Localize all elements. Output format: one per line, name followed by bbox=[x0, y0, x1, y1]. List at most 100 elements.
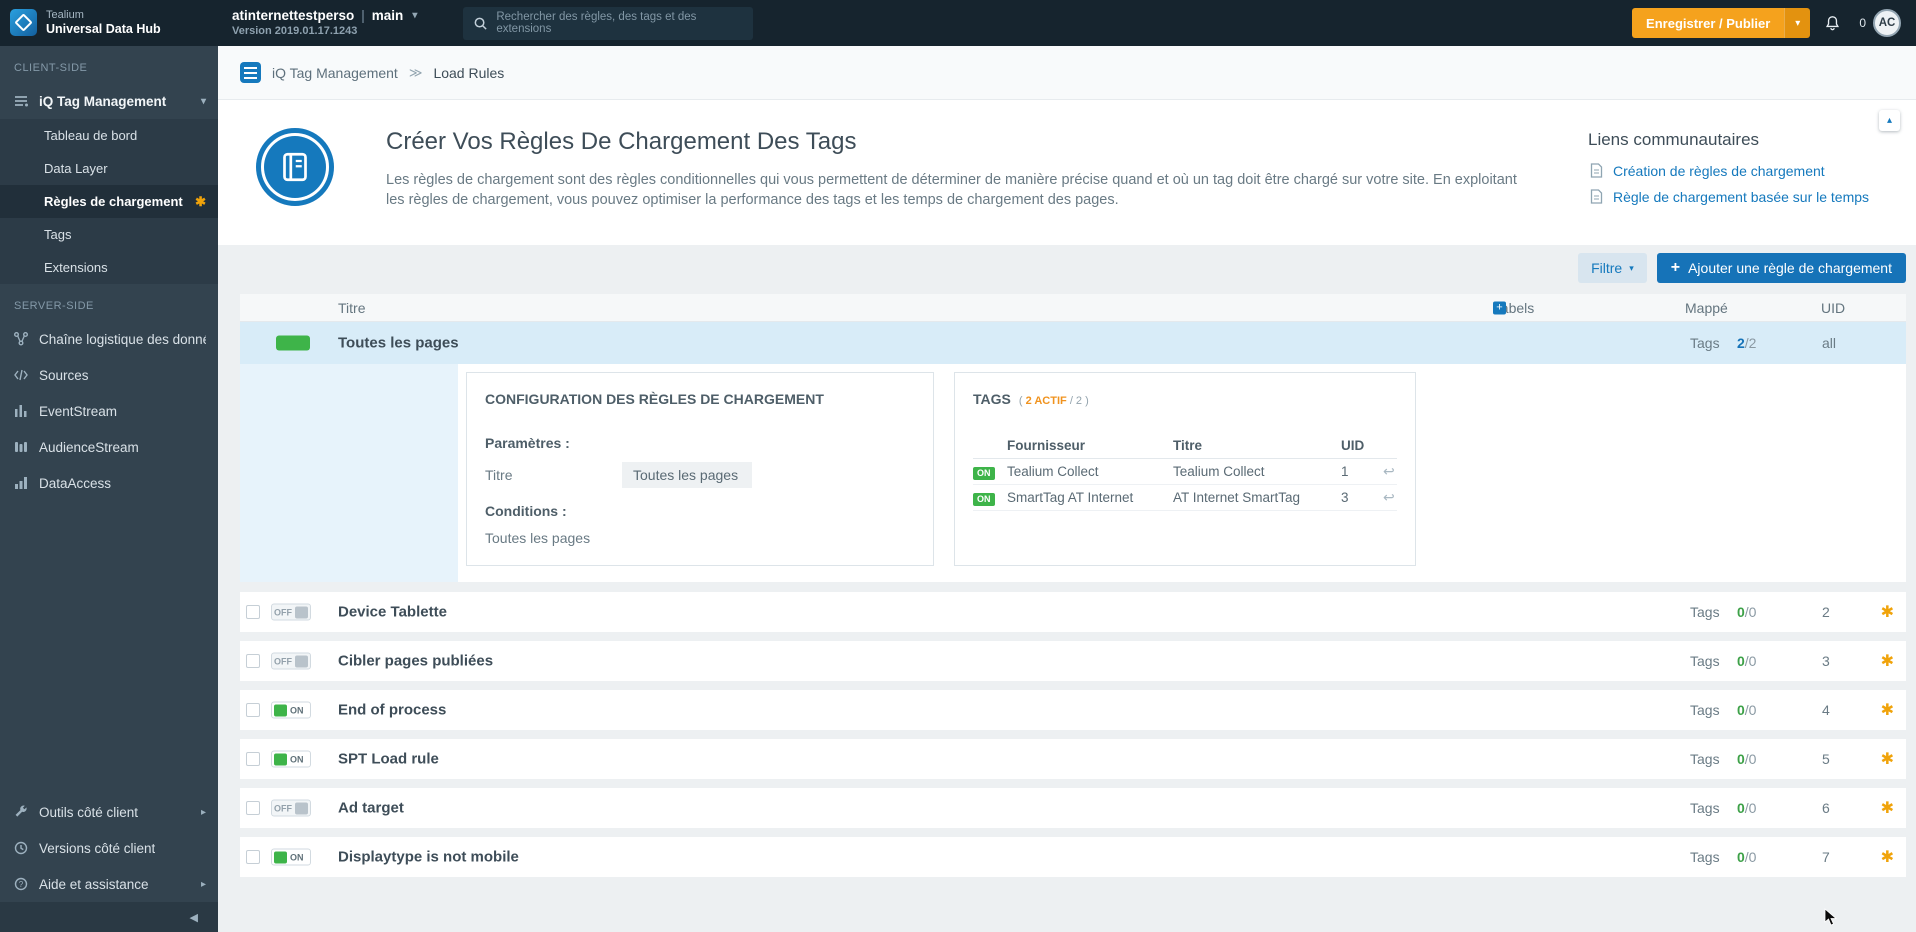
page-header: Créer Vos Règles De Chargement Des Tags … bbox=[218, 100, 1916, 245]
sidebar-item-tags[interactable]: Tags bbox=[0, 218, 218, 251]
sidebar-item-extensions[interactable]: Extensions bbox=[0, 251, 218, 284]
star-icon[interactable]: ✱ bbox=[1881, 700, 1894, 720]
tag-management-icon bbox=[12, 93, 29, 110]
load-rule-title[interactable]: SPT Load rule bbox=[338, 751, 439, 768]
document-icon bbox=[1588, 188, 1605, 205]
star-icon[interactable]: ✱ bbox=[1881, 847, 1894, 867]
sidebar-item-data-supply-chain[interactable]: Chaîne logistique des données bbox=[0, 321, 218, 357]
sidebar-item-label: Extensions bbox=[44, 260, 108, 275]
mapped-total: /0 bbox=[1744, 702, 1757, 718]
sources-code-icon bbox=[12, 367, 29, 384]
add-label-icon[interactable]: + bbox=[1493, 301, 1506, 314]
save-publish-label: Enregistrer / Publier bbox=[1632, 8, 1785, 38]
row-toggle[interactable]: ON bbox=[271, 848, 311, 866]
uid-value: 7 bbox=[1822, 849, 1830, 865]
publish-dropdown-button[interactable]: ▾ bbox=[1784, 8, 1811, 38]
star-icon[interactable]: ✱ bbox=[1881, 798, 1894, 818]
tag-row[interactable]: ON SmartTag AT Internet AT Internet Smar… bbox=[973, 485, 1397, 511]
load-rule-row[interactable]: ON End of process Tags 0/0 4 ✱ bbox=[240, 690, 1906, 730]
row-checkbox[interactable] bbox=[246, 801, 260, 815]
chevron-down-icon[interactable]: ▾ bbox=[412, 10, 417, 23]
account-name: atinternettestperso bbox=[232, 7, 355, 23]
load-rule-row[interactable]: OFF Device Tablette Tags 0/0 2 ✱ bbox=[240, 592, 1906, 632]
collapse-header-button[interactable]: ▴ bbox=[1879, 110, 1900, 131]
row-toggle[interactable]: OFF bbox=[271, 652, 311, 670]
star-icon[interactable]: ✱ bbox=[1881, 749, 1894, 769]
row-toggle[interactable]: OFF bbox=[271, 799, 311, 817]
chevron-down-icon: ▾ bbox=[1629, 262, 1634, 273]
sidebar-item-label: Chaîne logistique des données bbox=[39, 331, 206, 347]
breadcrumb-parent[interactable]: iQ Tag Management bbox=[272, 65, 398, 81]
iq-submenu: Tableau de bord Data Layer Règles de cha… bbox=[0, 119, 218, 284]
sidebar-item-sources[interactable]: Sources bbox=[0, 357, 218, 393]
star-icon: ✱ bbox=[195, 193, 206, 209]
load-rule-title[interactable]: Displaytype is not mobile bbox=[338, 849, 519, 866]
count-rest: / 2 bbox=[1069, 395, 1083, 407]
row-checkbox[interactable] bbox=[246, 605, 260, 619]
sidebar-item-label: iQ Tag Management bbox=[39, 93, 167, 109]
sidebar-item-dataaccess[interactable]: DataAccess bbox=[0, 465, 218, 501]
brand[interactable]: Tealium Universal Data Hub bbox=[0, 9, 218, 37]
supply-chain-icon bbox=[12, 331, 29, 348]
tags-label: Tags bbox=[1690, 335, 1720, 351]
row-checkbox[interactable] bbox=[246, 752, 260, 766]
sidebar-item-audiencestream[interactable]: AudienceStream bbox=[0, 429, 218, 465]
link-creation-regles[interactable]: Création de règles de chargement bbox=[1613, 163, 1825, 179]
sidebar-item-outils-cote-client[interactable]: Outils côté client ▸ bbox=[0, 794, 218, 830]
save-publish-button[interactable]: Enregistrer / Publier ▾ bbox=[1632, 8, 1811, 38]
avatar[interactable]: AC bbox=[1873, 9, 1901, 37]
sidebar-item-iq-tag-management[interactable]: iQ Tag Management ▾ bbox=[0, 83, 218, 119]
undo-icon[interactable]: ↩ bbox=[1383, 489, 1395, 506]
load-rule-row[interactable]: ON SPT Load rule Tags 0/0 5 ✱ bbox=[240, 739, 1906, 779]
row-checkbox[interactable] bbox=[246, 850, 260, 864]
load-rule-title[interactable]: Cibler pages publiées bbox=[338, 653, 493, 670]
row-toggle[interactable]: OFF bbox=[271, 603, 311, 621]
title-field-value[interactable]: Toutes les pages bbox=[622, 462, 752, 488]
sidebar-collapse-button[interactable]: ◀ bbox=[0, 902, 218, 932]
row-toggle[interactable]: ON bbox=[271, 701, 311, 719]
search-icon bbox=[472, 15, 489, 32]
notifications-bell-icon[interactable] bbox=[1823, 13, 1842, 33]
config-panel: CONFIGURATION DES RÈGLES DE CHARGEMENT P… bbox=[466, 372, 934, 566]
sidebar-item-aide-et-assistance[interactable]: ? Aide et assistance ▸ bbox=[0, 866, 218, 902]
tags-panel-header: TAGS ( 2 ACTIF / 2 ) bbox=[973, 391, 1397, 407]
row-checkbox[interactable] bbox=[246, 654, 260, 668]
sidebar-item-versions-cote-client[interactable]: Versions côté client bbox=[0, 830, 218, 866]
account-switcher[interactable]: atinternettestperso | main ▾ Version 201… bbox=[232, 8, 417, 39]
on-badge: ON bbox=[973, 466, 995, 480]
sidebar-item-tableau-de-bord[interactable]: Tableau de bord bbox=[0, 119, 218, 152]
global-search-input[interactable]: Rechercher des règles, des tags et des e… bbox=[463, 6, 754, 40]
row-toggle[interactable]: ON bbox=[271, 750, 311, 768]
load-rule-title[interactable]: Toutes les pages bbox=[338, 335, 459, 352]
tags-label: Tags bbox=[1690, 849, 1720, 865]
server-side-section-label: SERVER-SIDE bbox=[14, 300, 94, 312]
tag-uid: 1 bbox=[1341, 464, 1349, 479]
load-rule-row[interactable]: OFF Cibler pages publiées Tags 0/0 3 ✱ bbox=[240, 641, 1906, 681]
client-side-section-label: CLIENT-SIDE bbox=[14, 62, 88, 74]
undo-icon[interactable]: ↩ bbox=[1383, 463, 1395, 480]
load-rule-row[interactable]: OFF Ad target Tags 0/0 6 ✱ bbox=[240, 788, 1906, 828]
star-icon[interactable]: ✱ bbox=[1881, 602, 1894, 622]
load-rule-title[interactable]: Ad target bbox=[338, 800, 404, 817]
mapped-count: 2/2 bbox=[1737, 335, 1756, 351]
load-rule-title[interactable]: Device Tablette bbox=[338, 604, 447, 621]
toggle-state-label: ON bbox=[290, 705, 304, 715]
tags-table-header: Fournisseur Titre UID bbox=[973, 433, 1397, 459]
row-checkbox[interactable] bbox=[246, 703, 260, 717]
sidebar-item-data-layer[interactable]: Data Layer bbox=[0, 152, 218, 185]
row-toggle-on[interactable] bbox=[276, 335, 310, 351]
sidebar-item-eventstream[interactable]: EventStream bbox=[0, 393, 218, 429]
link-regle-temps[interactable]: Règle de chargement basée sur le temps bbox=[1613, 189, 1869, 205]
add-load-rule-button[interactable]: + Ajouter une règle de chargement bbox=[1656, 253, 1906, 283]
star-icon[interactable]: ✱ bbox=[1881, 651, 1894, 671]
iq-breadcrumb-icon bbox=[240, 62, 261, 83]
load-rule-title[interactable]: End of process bbox=[338, 702, 446, 719]
mapped-count: 0/0 bbox=[1737, 800, 1756, 816]
filter-button[interactable]: Filtre ▾ bbox=[1578, 253, 1647, 283]
load-rule-row-expanded[interactable]: Toutes les pages Tags 2/2 all bbox=[240, 322, 1906, 364]
tags-label: Tags bbox=[1690, 751, 1720, 767]
sidebar-item-regles-de-chargement[interactable]: Règles de chargement ✱ bbox=[0, 185, 218, 218]
sidebar-item-label: DataAccess bbox=[39, 475, 112, 491]
tag-row[interactable]: ON Tealium Collect Tealium Collect 1 ↩ bbox=[973, 459, 1397, 485]
load-rule-row[interactable]: ON Displaytype is not mobile Tags 0/0 7 … bbox=[240, 837, 1906, 877]
